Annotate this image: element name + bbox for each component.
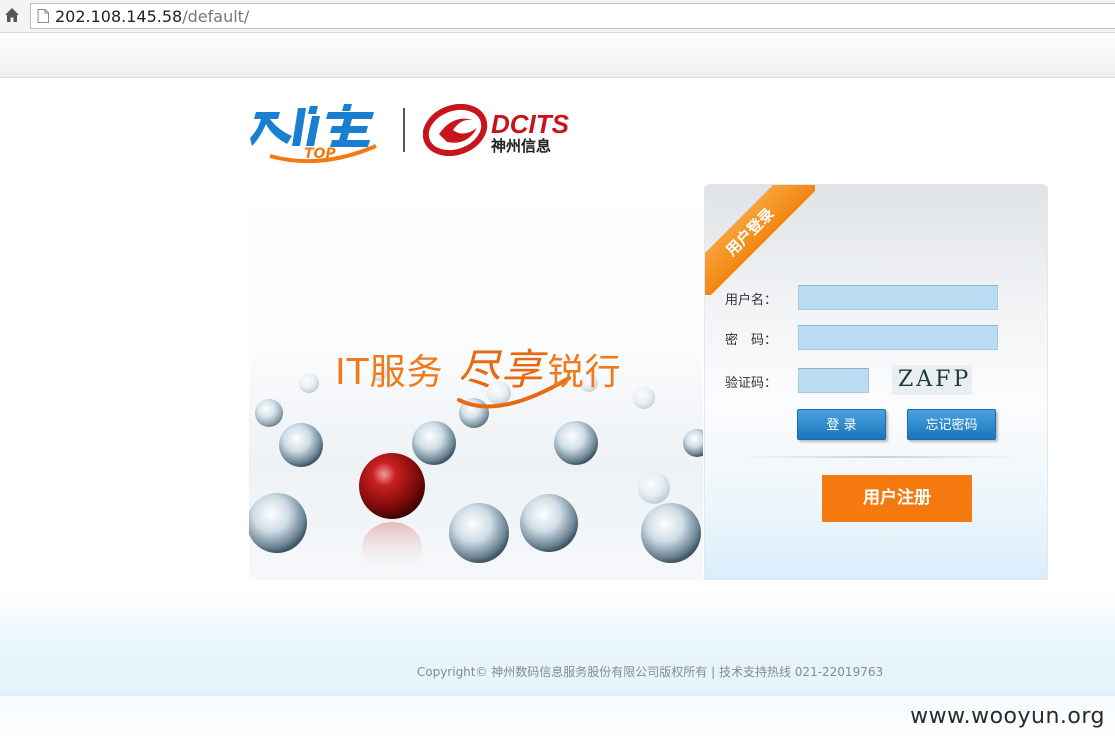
login-ribbon: 用户登录	[705, 185, 815, 295]
watermark-text: www.wooyun.org	[910, 704, 1105, 729]
captcha-input[interactable]	[798, 368, 869, 393]
slogan-script: 尽享	[457, 345, 544, 394]
hero-banner: IT服务 尽享 锐行	[249, 188, 703, 580]
captcha-image[interactable]: ZAFP	[892, 365, 972, 395]
dcits-logo-cn-text: 神州信息	[491, 137, 551, 155]
register-button[interactable]: 用户注册	[822, 475, 972, 522]
captcha-label: 验证码：	[725, 376, 778, 391]
login-ribbon-label: 用户登录	[705, 185, 815, 295]
login-button[interactable]: 登 录	[797, 409, 886, 440]
dcits-logo: DCITS 神州信息	[423, 104, 570, 156]
username-input[interactable]	[798, 285, 998, 310]
slogan-part2: 锐行	[547, 352, 622, 393]
banner-slogan: IT服务 尽享 锐行	[335, 336, 622, 397]
browser-address-bar: 202.108.145.58/default/	[0, 0, 1115, 33]
dcits-logo-text: DCITS	[491, 109, 570, 139]
password-input[interactable]	[798, 325, 998, 350]
username-label: 用户名：	[725, 293, 778, 308]
browser-toolbar-strip	[0, 34, 1115, 78]
page-icon	[37, 9, 49, 23]
url-path: /default/	[182, 7, 250, 26]
logo-separator	[403, 108, 405, 152]
url-text: 202.108.145.58/default/	[55, 7, 249, 26]
slogan-part1: IT服务	[335, 352, 444, 393]
login-panel: 用户登录 用户名： 密 码： 验证码： ZAFP 登 录 忘记密码 用户注册	[704, 184, 1048, 580]
password-label: 密 码：	[725, 333, 778, 348]
panel-divider	[735, 456, 1025, 458]
top-logo-text: TOP	[304, 146, 336, 162]
home-icon[interactable]	[4, 7, 20, 23]
copyright-text: Copyright© 神州数码信息服务股份有限公司版权所有 | 技术支持热线 0…	[416, 665, 884, 679]
url-field[interactable]: 202.108.145.58/default/	[30, 3, 1115, 29]
url-host: 202.108.145.58	[55, 7, 183, 26]
forgot-password-button[interactable]: 忘记密码	[907, 409, 996, 440]
top-logo: TOP	[250, 104, 377, 164]
